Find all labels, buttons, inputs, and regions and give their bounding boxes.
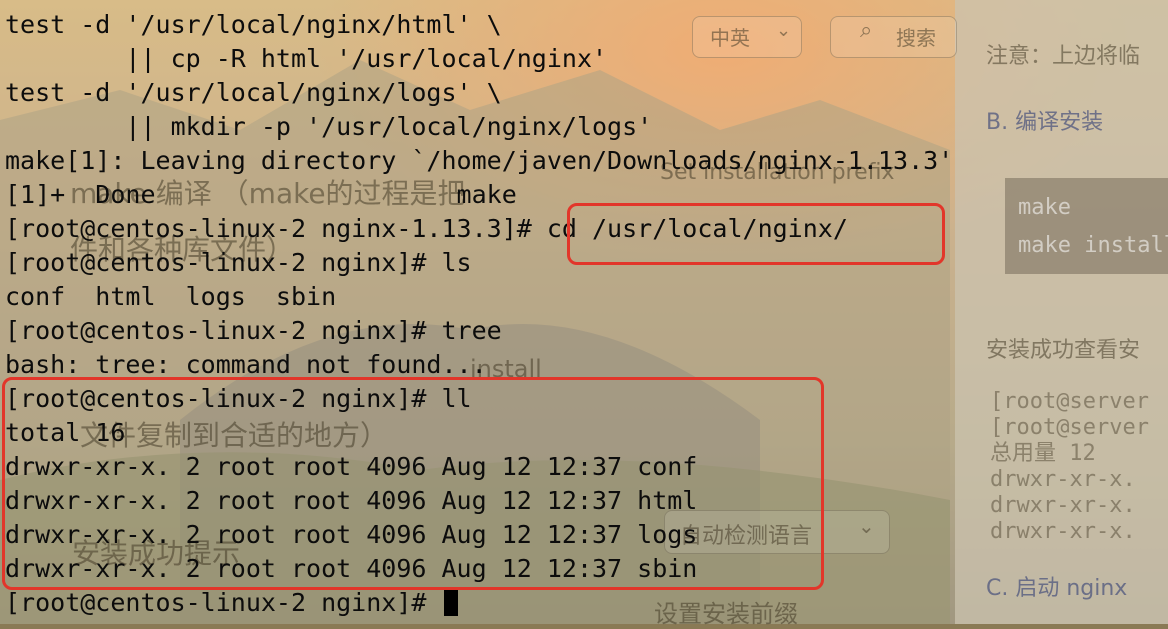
terminal-prompt: [root@centos-linux-2 nginx]# (5, 588, 442, 617)
terminal-line: [1]+ Done make (5, 180, 517, 209)
text-cursor (443, 588, 458, 616)
highlight-cd-command (567, 203, 945, 265)
terminal-line: conf html logs sbin (5, 282, 337, 311)
terminal-line: [root@centos-linux-2 nginx]# ls (5, 248, 472, 277)
highlight-ll-output (2, 377, 824, 590)
terminal-line: test -d '/usr/local/nginx/logs' \ (5, 78, 502, 107)
terminal-line: || cp -R html '/usr/local/nginx' (5, 44, 608, 73)
terminal-line: || mkdir -p '/usr/local/nginx/logs' (5, 112, 653, 141)
terminal-line: make[1]: Leaving directory `/home/javen/… (5, 146, 954, 175)
terminal-line: test -d '/usr/local/nginx/html' \ (5, 10, 502, 39)
terminal-output[interactable]: test -d '/usr/local/nginx/html' \ || cp … (0, 0, 1168, 624)
terminal-line: [root@centos-linux-2 nginx]# tree (5, 316, 502, 345)
terminal-prompt-line[interactable]: [root@centos-linux-2 nginx]# (5, 586, 458, 620)
